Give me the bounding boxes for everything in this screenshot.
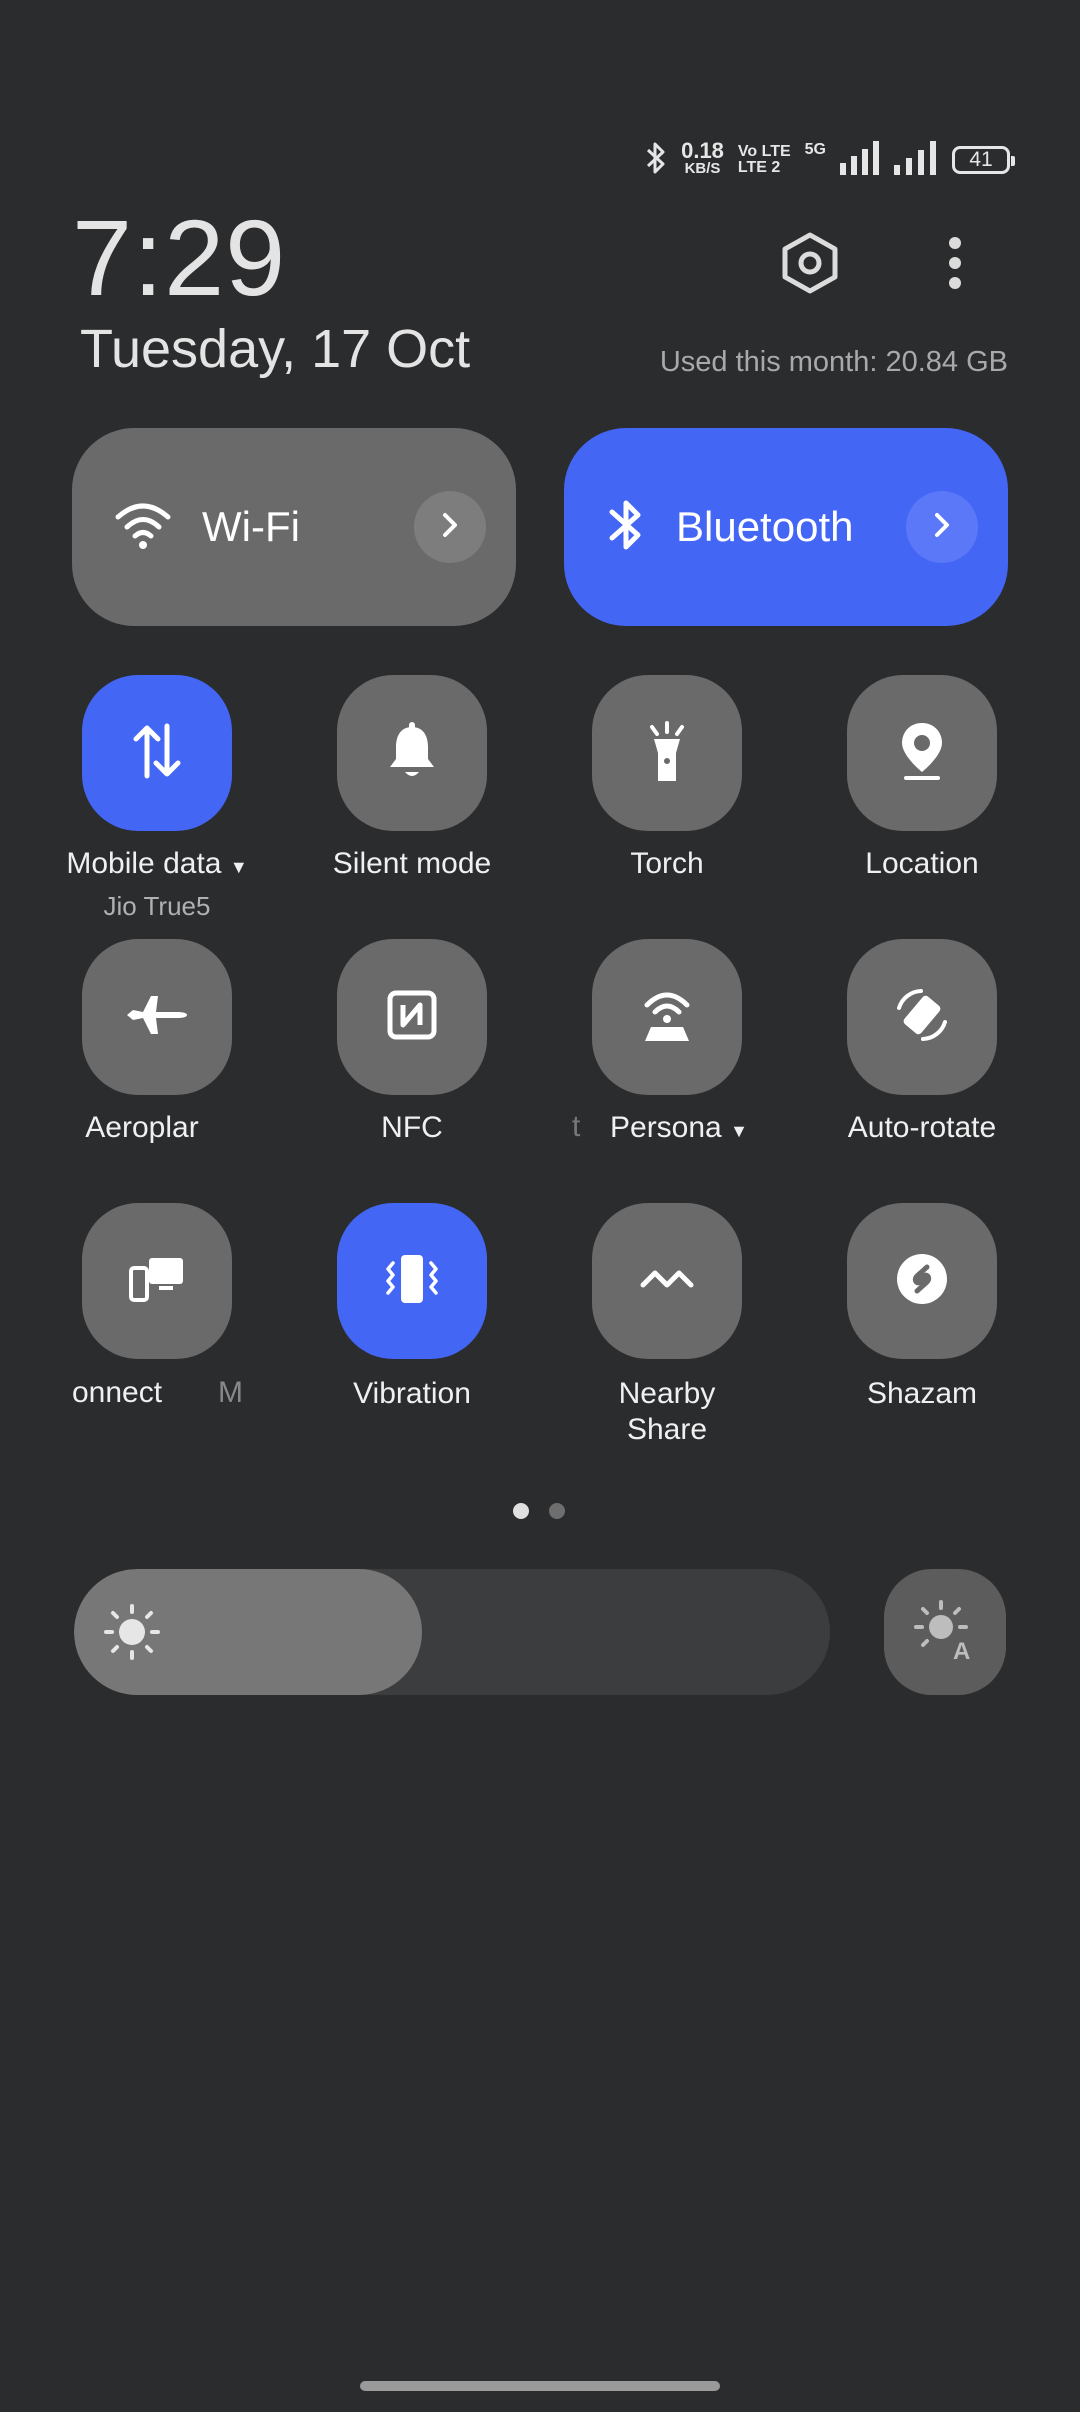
wifi-tile[interactable]: Wi-Fi [72,428,516,626]
nfc-tile[interactable] [337,939,487,1095]
volte-top: Vo LTE [737,143,791,160]
svg-text:A: A [953,1638,970,1661]
bluetooth-status-icon [645,141,667,180]
flashlight-icon [644,719,690,788]
date[interactable]: Tuesday, 17 Oct [80,318,470,380]
location-label[interactable]: Location [792,846,1052,882]
silent-mode-label[interactable]: Silent mode [282,846,542,882]
hotspot-icon [637,985,697,1050]
more-options-icon[interactable] [920,228,990,298]
network-speed-unit: KB/S [684,160,721,177]
shazam-label[interactable]: Shazam [792,1376,1052,1412]
home-indicator-bar[interactable] [360,2381,720,2391]
mobile-data-carrier: Jio True5 [103,891,211,921]
network-speed-value: 0.18 [681,138,724,163]
vibration-label[interactable]: Vibration [282,1376,542,1412]
clock[interactable]: 7:29 [72,195,286,320]
bluetooth-tile[interactable]: Bluetooth [564,428,1008,626]
signal-strength-icon-sim2 [894,140,938,180]
aeroplane-mode-tile[interactable] [82,939,232,1095]
personal-hotspot-text: Persona [610,1111,722,1144]
status-bar: 0.18 KB/S Vo LTE LTE 2 5G 41 [645,138,1015,180]
nfc-label[interactable]: NFC [282,1110,542,1146]
hotspot-prefix-fragment: t [572,1110,581,1143]
connect-devices-label-fragment: M [218,1376,243,1409]
bluetooth-icon [606,497,646,558]
vibration-icon [381,1251,443,1312]
chevron-right-icon [932,510,952,545]
personal-hotspot-tile[interactable] [592,939,742,1095]
bell-icon [386,721,438,786]
volte-bottom: LTE 2 [737,159,781,176]
nearby-share-icon [639,1259,695,1304]
volte-indicator: Vo LTE LTE 2 [738,144,791,176]
torch-label[interactable]: Torch [537,846,797,882]
nfc-icon [386,989,438,1046]
auto-rotate-tile[interactable] [847,939,997,1095]
wifi-icon [114,500,172,555]
nearby-share-label[interactable]: Nearby Share [582,1376,752,1448]
aeroplane-icon [125,990,189,1045]
brightness-sun-icon [104,1604,160,1665]
location-pin-icon [898,720,946,787]
chevron-right-icon [440,510,460,545]
nearby-share-tile[interactable] [592,1203,742,1359]
data-transfer-arrows-icon [132,722,182,785]
page-indicator-dot-2[interactable] [549,1503,565,1519]
brightness-slider[interactable] [74,1569,830,1695]
torch-tile[interactable] [592,675,742,831]
auto-rotate-icon [891,984,953,1051]
shazam-icon [895,1252,949,1311]
wifi-expand-button[interactable] [414,491,486,563]
auto-rotate-label[interactable]: Auto-rotate [792,1110,1052,1146]
dropdown-arrow-icon: ▼ [730,1121,748,1141]
auto-brightness-button[interactable]: A [884,1569,1006,1695]
network-type: 5G [804,141,826,158]
aeroplane-mode-label[interactable]: Aeroplar [42,1110,242,1146]
bluetooth-label: Bluetooth [676,503,854,550]
bluetooth-expand-button[interactable] [906,491,978,563]
shazam-tile[interactable] [847,1203,997,1359]
page-indicator-dot-1[interactable] [513,1503,529,1519]
connected-devices-icon [127,1254,187,1309]
battery-level: 41 [969,148,993,171]
connect-devices-tile[interactable] [82,1203,232,1359]
auto-brightness-icon: A [913,1599,977,1666]
data-usage-text[interactable]: Used this month: 20.84 GB [660,346,1008,379]
personal-hotspot-label[interactable]: Persona ▼ [610,1110,780,1149]
network-speed: 0.18 KB/S [681,138,724,178]
dropdown-arrow-icon: ▼ [229,857,248,877]
battery-icon: 41 [952,146,1015,174]
silent-mode-tile[interactable] [337,675,487,831]
mobile-data-tile[interactable] [82,675,232,831]
signal-strength-icon-sim1 [840,140,880,180]
location-tile[interactable] [847,675,997,831]
settings-gear-icon[interactable] [775,228,845,298]
vibration-tile[interactable] [337,1203,487,1359]
wifi-label: Wi-Fi [202,503,300,550]
connect-devices-label[interactable]: onnect [72,1376,162,1410]
mobile-data-text: Mobile data [66,847,222,880]
mobile-data-label[interactable]: Mobile data ▼ [27,846,287,885]
